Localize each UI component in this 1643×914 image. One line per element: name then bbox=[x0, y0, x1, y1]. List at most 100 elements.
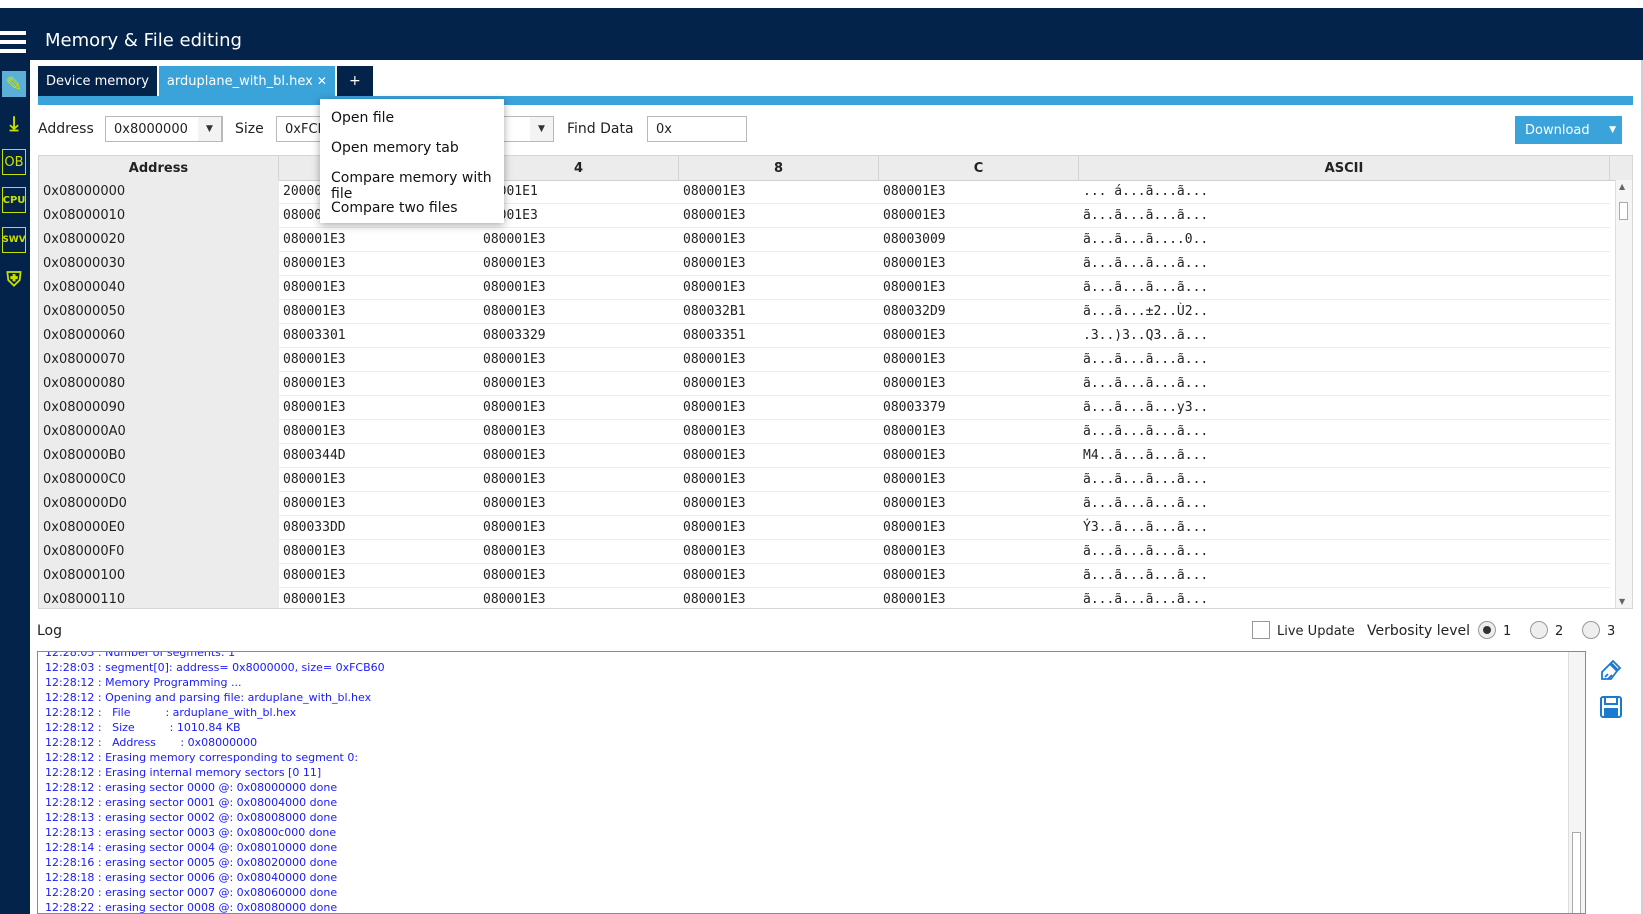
address-cell[interactable]: 0x08000100 bbox=[39, 564, 279, 588]
data-cell[interactable]: 080001E3 bbox=[879, 372, 1079, 396]
log-scrollbar[interactable] bbox=[1568, 652, 1585, 913]
data-cell[interactable]: 080001E3 bbox=[279, 492, 479, 516]
data-cell[interactable]: 080001E3 bbox=[279, 588, 479, 608]
data-cell[interactable]: 080001E3 bbox=[679, 444, 879, 468]
data-cell[interactable]: 080001E3 bbox=[879, 324, 1079, 348]
data-cell[interactable]: 080001E3 bbox=[679, 228, 879, 252]
table-row[interactable]: 0x08000000 20000 00001E1 080001E3 080001E3..… bbox=[39, 180, 1610, 204]
menu-item-open-file[interactable]: Open file bbox=[331, 110, 394, 126]
address-cell[interactable]: 0x08000110 bbox=[39, 588, 279, 608]
data-cell[interactable]: 080001E3 bbox=[679, 420, 879, 444]
address-cell[interactable]: 0x080000A0 bbox=[39, 420, 279, 444]
table-row[interactable]: 0x080000D0 080001E3 080001E3 080001E3 080001… bbox=[39, 492, 1610, 516]
data-cell[interactable]: 080001E3 bbox=[479, 516, 679, 540]
edit-icon[interactable]: ✎ bbox=[2, 71, 26, 97]
table-row[interactable]: 0x080000B0 0800344D 080001E3 080001E3 080001… bbox=[39, 444, 1610, 468]
data-cell[interactable]: 080001E3 bbox=[479, 300, 679, 324]
data-cell[interactable]: 080001E3 bbox=[679, 396, 879, 420]
address-cell[interactable]: 0x08000080 bbox=[39, 372, 279, 396]
data-cell[interactable]: 080001E3 bbox=[679, 564, 879, 588]
data-cell[interactable]: 080032D9 bbox=[879, 300, 1079, 324]
ascii-cell[interactable]: .3..)3..Q3..ã... bbox=[1079, 324, 1610, 348]
ascii-cell[interactable]: ã...ã...ã...ã... bbox=[1079, 276, 1610, 300]
data-cell[interactable]: 080001E3 bbox=[879, 276, 1079, 300]
table-row[interactable]: 0x08000050 080001E3 080001E3 080032B1 080032… bbox=[39, 300, 1610, 324]
data-cell[interactable]: 080001E3 bbox=[679, 492, 879, 516]
data-cell[interactable]: 080001E3 bbox=[279, 300, 479, 324]
table-row[interactable]: 0x08000010 08000 00001E3 080001E3 080001E3 ã.… bbox=[39, 204, 1610, 228]
table-row[interactable]: 0x080000A0 080001E3 080001E3 080001E3 080001… bbox=[39, 420, 1610, 444]
data-cell[interactable]: 080001E3 bbox=[679, 516, 879, 540]
menu-item-compare-two-files[interactable]: Compare two files bbox=[331, 200, 458, 216]
address-cell[interactable]: 0x080000C0 bbox=[39, 468, 279, 492]
data-cell[interactable]: 080001E3 bbox=[879, 588, 1079, 608]
data-cell[interactable]: 080001E3 bbox=[279, 228, 479, 252]
address-cell[interactable]: 0x08000000 bbox=[39, 180, 279, 204]
ascii-cell[interactable]: ã...ã...ã...ã... bbox=[1079, 372, 1610, 396]
data-cell[interactable]: 080001E3 bbox=[279, 348, 479, 372]
address-cell[interactable]: 0x08000070 bbox=[39, 348, 279, 372]
data-cell[interactable]: 08003351 bbox=[679, 324, 879, 348]
column-header[interactable]: C bbox=[879, 156, 1079, 180]
column-header[interactable]: Address bbox=[39, 156, 279, 180]
ascii-cell[interactable]: M4..ã...ã...ã... bbox=[1079, 444, 1610, 468]
shield-icon[interactable]: ⛨ bbox=[2, 266, 26, 292]
grid-scrollbar[interactable]: ▲ ▼ bbox=[1615, 180, 1632, 608]
data-cell[interactable]: 080001E3 bbox=[479, 372, 679, 396]
data-cell[interactable]: 080001E3 bbox=[479, 492, 679, 516]
download-icon[interactable]: ⤓ bbox=[2, 110, 26, 136]
chevron-down-icon[interactable]: ▼ bbox=[1619, 597, 1625, 606]
data-cell[interactable]: 080001E3 bbox=[279, 468, 479, 492]
verbosity-radio-3[interactable] bbox=[1582, 621, 1600, 639]
data-cell[interactable]: 08003301 bbox=[279, 324, 479, 348]
verbosity-radio-1[interactable] bbox=[1478, 621, 1496, 639]
menu-item-open-memory-tab[interactable]: Open memory tab bbox=[331, 140, 459, 156]
data-cell[interactable]: 0800344D bbox=[279, 444, 479, 468]
data-cell[interactable]: 080001E3 bbox=[479, 444, 679, 468]
data-cell[interactable]: 080001E3 bbox=[879, 420, 1079, 444]
data-cell[interactable]: 08003379 bbox=[879, 396, 1079, 420]
data-cell[interactable]: 080001E3 bbox=[279, 252, 479, 276]
ascii-cell[interactable]: ã...ã...ã...ã... bbox=[1079, 588, 1610, 608]
clear-log-icon[interactable] bbox=[1596, 655, 1626, 685]
data-cell[interactable]: 080001E3 bbox=[279, 276, 479, 300]
address-cell[interactable]: 0x080000B0 bbox=[39, 444, 279, 468]
data-cell[interactable]: 080001E3 bbox=[479, 420, 679, 444]
ascii-cell[interactable]: ã...ã...ã...ã... bbox=[1079, 468, 1610, 492]
table-row[interactable]: 0x08000070 080001E3 080001E3 080001E3 080001… bbox=[39, 348, 1610, 372]
data-cell[interactable]: 080001E3 bbox=[679, 348, 879, 372]
data-cell[interactable]: 080001E3 bbox=[679, 372, 879, 396]
table-row[interactable]: 0x08000080 080001E3 080001E3 080001E3 080001… bbox=[39, 372, 1610, 396]
data-cell[interactable]: 080032B1 bbox=[679, 300, 879, 324]
address-cell[interactable]: 0x08000010 bbox=[39, 204, 279, 228]
find-data-input[interactable]: 0x bbox=[647, 116, 747, 142]
ascii-cell[interactable]: Ý3..ã...ã...ã... bbox=[1079, 516, 1610, 540]
table-row[interactable]: 0x08000040 080001E3 080001E3 080001E3 080001… bbox=[39, 276, 1610, 300]
chevron-down-icon[interactable]: ▼ bbox=[1609, 125, 1616, 135]
data-cell[interactable]: 080001E3 bbox=[679, 204, 879, 228]
column-header[interactable]: 8 bbox=[679, 156, 879, 180]
address-cell[interactable]: 0x08000040 bbox=[39, 276, 279, 300]
table-row[interactable]: 0x080000F0 080001E3 080001E3 080001E3 080001… bbox=[39, 540, 1610, 564]
data-cell[interactable]: 08003009 bbox=[879, 228, 1079, 252]
data-cell[interactable]: 080033DD bbox=[279, 516, 479, 540]
table-row[interactable]: 0x08000090 080001E3 080001E3 080001E3 080033… bbox=[39, 396, 1610, 420]
data-cell[interactable]: 080001E3 bbox=[279, 540, 479, 564]
download-button[interactable]: Download ▼ bbox=[1515, 116, 1622, 144]
data-cell[interactable]: 080001E3 bbox=[279, 396, 479, 420]
address-cell[interactable]: 0x08000090 bbox=[39, 396, 279, 420]
address-cell[interactable]: 0x08000020 bbox=[39, 228, 279, 252]
table-row[interactable]: 0x08000060 08003301 08003329 08003351 080001… bbox=[39, 324, 1610, 348]
menu-item-compare-memory-with-file[interactable]: Compare memory with file bbox=[331, 170, 504, 202]
data-cell[interactable]: 080001E3 bbox=[479, 396, 679, 420]
address-cell[interactable]: 0x08000050 bbox=[39, 300, 279, 324]
hamburger-menu-icon[interactable] bbox=[0, 31, 26, 53]
cpu-icon[interactable]: CPU bbox=[2, 187, 26, 213]
data-cell[interactable]: 080001E3 bbox=[279, 420, 479, 444]
data-cell[interactable]: 080001E3 bbox=[479, 252, 679, 276]
ascii-cell[interactable]: ã...ã...ã...ã... bbox=[1079, 204, 1610, 228]
data-cell[interactable]: 080001E3 bbox=[879, 348, 1079, 372]
ascii-cell[interactable]: ã...ã...ã...ã... bbox=[1079, 420, 1610, 444]
data-cell[interactable]: 080001E3 bbox=[679, 276, 879, 300]
save-log-icon[interactable] bbox=[1596, 692, 1626, 722]
